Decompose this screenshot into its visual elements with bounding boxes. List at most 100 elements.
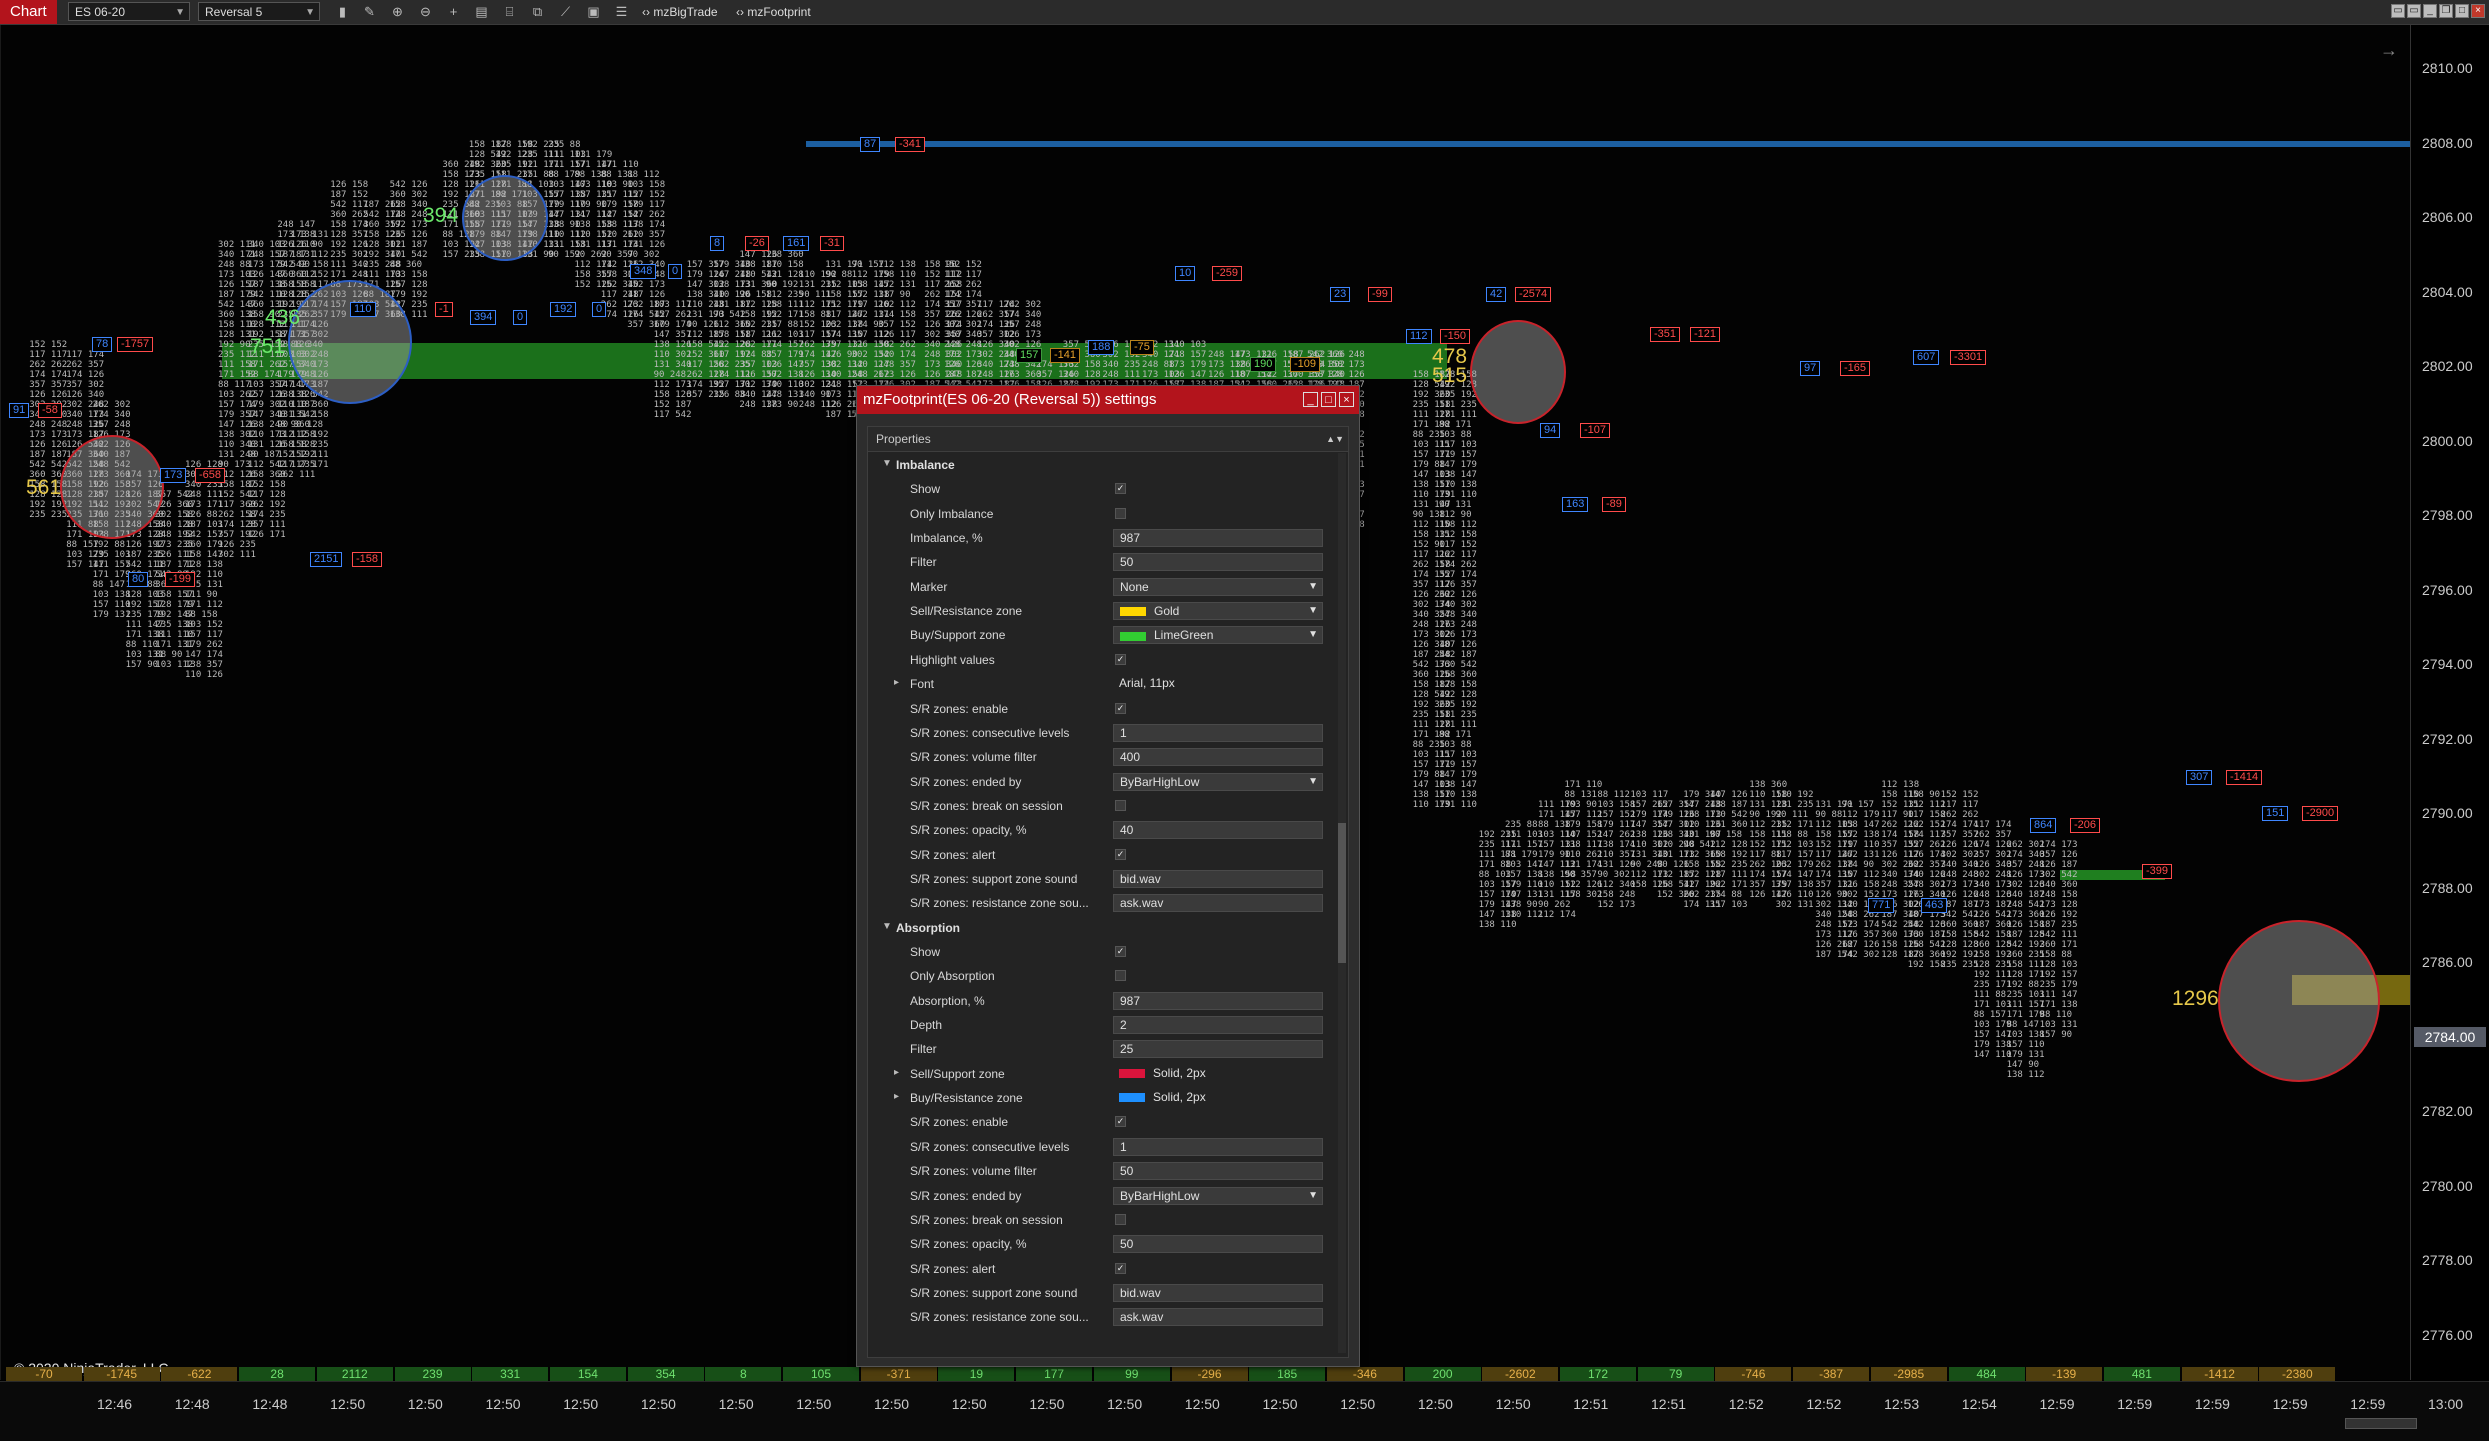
- property-input[interactable]: 40: [1113, 821, 1323, 840]
- dialog-title-bar[interactable]: mzFootprint(ES 06-20 (Reversal 5)) setti…: [857, 386, 1359, 414]
- property-row[interactable]: Imbalance, % 987: [868, 526, 1334, 550]
- property-input[interactable]: 50: [1113, 553, 1323, 572]
- property-checkbox[interactable]: ✓: [1115, 653, 1126, 665]
- property-row[interactable]: S/R zones: alert ✓: [868, 1257, 1334, 1281]
- property-row[interactable]: S/R zones: alert ✓: [868, 843, 1334, 867]
- maximize-icon[interactable]: □: [2455, 4, 2469, 18]
- bars-icon[interactable]: ▮: [334, 3, 351, 20]
- property-input[interactable]: bid.wav: [1113, 869, 1323, 888]
- property-input[interactable]: 1: [1113, 723, 1323, 742]
- instrument-selector[interactable]: ES 06-20 ▼: [68, 2, 190, 21]
- property-input[interactable]: 400: [1113, 748, 1323, 767]
- expand-triangle-icon[interactable]: ▼: [882, 458, 892, 469]
- minimize-icon[interactable]: _: [2423, 4, 2437, 18]
- property-row[interactable]: ▼ Imbalance: [868, 453, 1334, 477]
- property-row[interactable]: Filter 50: [868, 550, 1334, 574]
- property-row[interactable]: ▼ Absorption: [868, 916, 1334, 940]
- property-checkbox[interactable]: ✓: [1115, 702, 1126, 714]
- property-checkbox[interactable]: [1115, 799, 1126, 811]
- time-axis[interactable]: [0, 1381, 2489, 1441]
- expand-arrow-icon[interactable]: ▸: [894, 1091, 899, 1102]
- property-checkbox[interactable]: [1115, 507, 1126, 519]
- property-row[interactable]: Absorption, % 987: [868, 989, 1334, 1013]
- tile-icon[interactable]: ▭: [2391, 4, 2405, 18]
- close-icon[interactable]: ×: [1339, 392, 1354, 407]
- scroll-thumb[interactable]: [1338, 823, 1346, 963]
- property-row[interactable]: Show ✓: [868, 940, 1334, 964]
- property-select[interactable]: None ▼: [1113, 577, 1323, 596]
- property-row[interactable]: S/R zones: support zone sound bid.wav: [868, 867, 1334, 891]
- property-row[interactable]: ▸ Sell/Support zone Solid, 2px: [868, 1062, 1334, 1086]
- property-row[interactable]: S/R zones: ended by ByBarHighLow ▼: [868, 770, 1334, 794]
- chart-tab[interactable]: Chart: [0, 0, 57, 24]
- property-row[interactable]: Marker None ▼: [868, 575, 1334, 599]
- restore-icon[interactable]: ❐: [2439, 4, 2453, 18]
- bar-type-selector[interactable]: Reversal 5 ▼: [198, 2, 320, 21]
- strategies-icon[interactable]: ⟋: [557, 3, 574, 20]
- property-select[interactable]: ByBarHighLow ▼: [1113, 1186, 1323, 1205]
- list-icon[interactable]: ☰: [613, 3, 630, 20]
- expand-triangle-icon[interactable]: ▼: [882, 921, 892, 932]
- property-input[interactable]: 50: [1113, 1235, 1323, 1254]
- property-input[interactable]: 2: [1113, 1016, 1323, 1035]
- property-checkbox[interactable]: [1115, 1213, 1126, 1225]
- font-value[interactable]: Arial, 11px: [1113, 675, 1323, 693]
- property-checkbox[interactable]: ✓: [1115, 1116, 1126, 1128]
- stroke-picker[interactable]: Solid, 2px: [1113, 1089, 1323, 1107]
- property-input[interactable]: 50: [1113, 1162, 1323, 1181]
- tile-icon[interactable]: ▭: [2407, 4, 2421, 18]
- property-checkbox[interactable]: ✓: [1115, 848, 1126, 860]
- property-row[interactable]: S/R zones: ended by ByBarHighLow ▼: [868, 1184, 1334, 1208]
- screenshot-icon[interactable]: ⧉: [529, 3, 546, 20]
- property-input[interactable]: ask.wav: [1113, 894, 1323, 913]
- property-row[interactable]: Depth 2: [868, 1013, 1334, 1037]
- property-row[interactable]: S/R zones: support zone sound bid.wav: [868, 1281, 1334, 1305]
- property-row[interactable]: S/R zones: opacity, % 40: [868, 818, 1334, 842]
- property-row[interactable]: S/R zones: volume filter 50: [868, 1159, 1334, 1183]
- indicator-tab-mzfootprint[interactable]: ‹› mzFootprint: [736, 0, 811, 24]
- property-row[interactable]: Filter 25: [868, 1037, 1334, 1061]
- expand-arrow-icon[interactable]: ▸: [894, 677, 899, 688]
- expand-arrow-icon[interactable]: ▸: [894, 1067, 899, 1078]
- data-box-icon[interactable]: ▣: [585, 3, 602, 20]
- minimize-icon[interactable]: _: [1303, 392, 1318, 407]
- property-input[interactable]: ask.wav: [1113, 1308, 1323, 1327]
- pencil-icon[interactable]: ✎: [361, 3, 378, 20]
- property-row[interactable]: Only Absorption: [868, 964, 1334, 988]
- property-row[interactable]: Only Imbalance: [868, 502, 1334, 526]
- property-checkbox[interactable]: ✓: [1115, 1262, 1126, 1274]
- templates-icon[interactable]: ⌸: [501, 3, 518, 20]
- property-row[interactable]: S/R zones: break on session: [868, 1208, 1334, 1232]
- property-row[interactable]: S/R zones: enable ✓: [868, 697, 1334, 721]
- dialog-scrollbar[interactable]: [1338, 453, 1346, 1353]
- property-row[interactable]: S/R zones: enable ✓: [868, 1110, 1334, 1134]
- color-picker[interactable]: Gold ▼: [1113, 602, 1323, 621]
- close-icon[interactable]: ×: [2471, 4, 2485, 18]
- property-select[interactable]: ByBarHighLow ▼: [1113, 772, 1323, 791]
- property-row[interactable]: S/R zones: volume filter 400: [868, 745, 1334, 769]
- property-row[interactable]: Sell/Resistance zone Gold ▼: [868, 599, 1334, 623]
- color-picker[interactable]: LimeGreen ▼: [1113, 626, 1323, 645]
- property-input[interactable]: 1: [1113, 1137, 1323, 1156]
- stroke-picker[interactable]: Solid, 2px: [1113, 1065, 1323, 1083]
- property-row[interactable]: S/R zones: consecutive levels 1: [868, 721, 1334, 745]
- property-input[interactable]: bid.wav: [1113, 1283, 1323, 1302]
- property-row[interactable]: ▸ Font Arial, 11px: [868, 672, 1334, 696]
- property-row[interactable]: S/R zones: opacity, % 50: [868, 1232, 1334, 1256]
- property-checkbox[interactable]: ✓: [1115, 483, 1126, 495]
- property-row[interactable]: Show ✓: [868, 477, 1334, 501]
- property-checkbox[interactable]: ✓: [1115, 946, 1126, 957]
- crosshair-icon[interactable]: +: [445, 3, 462, 20]
- property-row[interactable]: S/R zones: resistance zone sou... ask.wav: [868, 891, 1334, 915]
- property-row[interactable]: S/R zones: consecutive levels 1: [868, 1135, 1334, 1159]
- property-row[interactable]: Buy/Support zone LimeGreen ▼: [868, 623, 1334, 647]
- property-input[interactable]: 987: [1113, 991, 1323, 1010]
- indicator-tab-mzbigtrade[interactable]: ‹› mzBigTrade: [642, 0, 718, 24]
- property-row[interactable]: S/R zones: break on session: [868, 794, 1334, 818]
- property-row[interactable]: ▸ Buy/Resistance zone Solid, 2px: [868, 1086, 1334, 1110]
- maximize-icon[interactable]: □: [1321, 392, 1336, 407]
- property-checkbox[interactable]: [1115, 970, 1126, 982]
- property-row[interactable]: Highlight values ✓: [868, 648, 1334, 672]
- properties-icon[interactable]: ▤: [473, 3, 490, 20]
- property-row[interactable]: S/R zones: resistance zone sou... ask.wav: [868, 1305, 1334, 1329]
